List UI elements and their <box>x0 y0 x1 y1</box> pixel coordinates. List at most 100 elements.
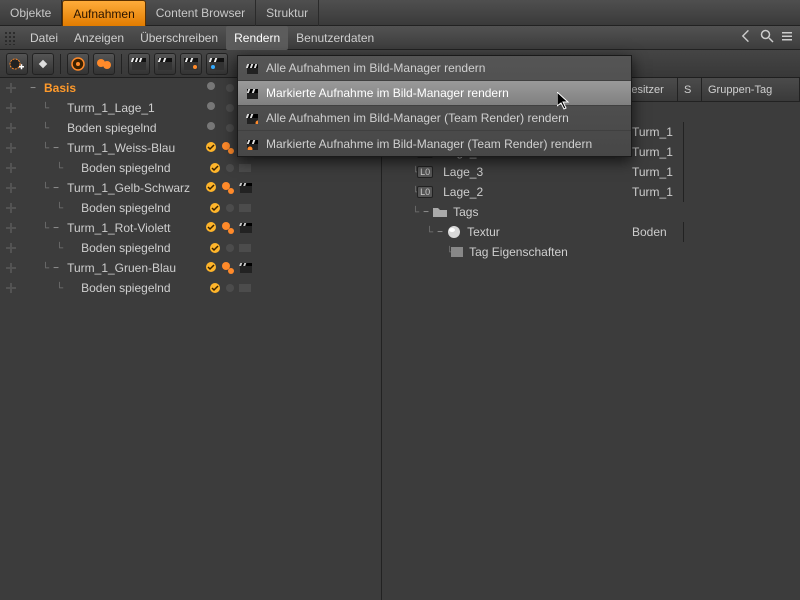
dd-label: Markierte Aufnahme im Bild-Manager (Team… <box>266 137 592 151</box>
status-dot <box>207 122 215 130</box>
override-label: Tag Eigenschaften <box>469 245 624 259</box>
expand-toggle[interactable]: − <box>433 227 447 238</box>
menu-render-marked-team[interactable]: Markierte Aufnahme im Bild-Manager (Team… <box>238 131 631 156</box>
crosshair-icon <box>6 163 16 173</box>
crosshair-icon <box>6 203 16 213</box>
expand-toggle[interactable]: − <box>49 223 63 234</box>
dd-label: Alle Aufnahmen im Bild-Manager rendern <box>266 61 485 75</box>
crosshair-icon <box>6 103 16 113</box>
menu-anzeigen[interactable]: Anzeigen <box>66 26 132 50</box>
crosshair-icon <box>6 243 16 253</box>
chevron-left-icon[interactable] <box>740 29 754 43</box>
check-icon <box>209 242 221 254</box>
tool-target[interactable] <box>67 53 89 75</box>
take-row[interactable]: └Boden spiegelnd <box>0 278 381 298</box>
take-row[interactable]: └−Turm_1_Rot-Violett <box>0 218 381 238</box>
expand-toggle[interactable]: − <box>26 83 40 94</box>
gear-icon <box>221 141 235 155</box>
crosshair-icon <box>6 123 16 133</box>
clapper-icon <box>246 87 258 99</box>
menu-bar: Datei Anzeigen Überschreiben Rendern Ben… <box>0 26 800 50</box>
menu-render-marked[interactable]: Markierte Aufnahme im Bild-Manager rende… <box>238 81 631 106</box>
clapper-icon <box>246 62 258 74</box>
expand-toggle[interactable]: − <box>49 263 63 274</box>
col-s[interactable]: S <box>678 78 702 101</box>
crosshair-icon <box>6 83 16 93</box>
tool-record-add[interactable] <box>6 53 28 75</box>
search-icon[interactable] <box>760 29 774 43</box>
texture-icon <box>447 225 461 239</box>
menu-render-all[interactable]: Alle Aufnahmen im Bild-Manager rendern <box>238 56 631 81</box>
owner-cell: Turm_1 <box>624 162 684 182</box>
crosshair-icon <box>6 263 16 273</box>
crosshair-icon <box>6 283 16 293</box>
tool-diamond[interactable] <box>32 53 54 75</box>
status-dot <box>207 82 215 90</box>
dd-label: Markierte Aufnahme im Bild-Manager rende… <box>266 86 509 100</box>
clapper-icon <box>239 221 253 235</box>
override-label: Lage_2 <box>443 185 624 199</box>
menu-rendern[interactable]: Rendern <box>226 26 288 50</box>
clapper-icon <box>239 261 253 275</box>
tool-blobs[interactable] <box>93 53 115 75</box>
override-row[interactable]: └L0Lage_3Turm_1 <box>382 162 800 182</box>
crosshair-icon <box>6 223 16 233</box>
crosshair-icon <box>6 183 16 193</box>
check-icon <box>209 202 221 214</box>
dim-icons <box>225 282 253 294</box>
clapper-icon <box>246 138 258 150</box>
col-gruppen-tag[interactable]: Gruppen-Tag <box>702 78 800 101</box>
tool-clapper-4[interactable] <box>206 53 228 75</box>
folder-icon <box>433 206 447 218</box>
dd-label: Alle Aufnahmen im Bild-Manager (Team Ren… <box>266 111 569 125</box>
expand-toggle[interactable]: − <box>419 207 433 218</box>
dim-icons <box>225 202 253 214</box>
check-icon <box>209 282 221 294</box>
gear-icon <box>221 261 235 275</box>
tool-clapper-1[interactable] <box>128 53 150 75</box>
override-label: Lage_3 <box>443 165 624 179</box>
tab-objekte[interactable]: Objekte <box>0 0 62 26</box>
expand-toggle[interactable]: − <box>49 183 63 194</box>
menu-ueberschreiben[interactable]: Überschreiben <box>132 26 226 50</box>
check-icon <box>205 141 217 153</box>
expand-toggle[interactable]: − <box>49 143 63 154</box>
tab-content-browser[interactable]: Content Browser <box>146 0 256 26</box>
menu-icon[interactable] <box>780 29 794 43</box>
take-row[interactable]: └Boden spiegelnd <box>0 198 381 218</box>
check-icon <box>205 181 217 193</box>
override-row[interactable]: └Tag Eigenschaften <box>382 242 800 262</box>
dim-icons <box>225 162 253 174</box>
override-row[interactable]: └L0Lage_2Turm_1 <box>382 182 800 202</box>
gear-icon <box>221 221 235 235</box>
tool-clapper-2[interactable] <box>154 53 176 75</box>
dim-icons <box>225 242 253 254</box>
gear-icon <box>221 181 235 195</box>
layer-badge: L0 <box>417 166 433 178</box>
override-label: Tags <box>453 205 624 219</box>
tool-clapper-3[interactable] <box>180 53 202 75</box>
override-label: Textur <box>467 225 624 239</box>
property-icon <box>451 247 463 257</box>
check-icon <box>205 261 217 273</box>
owner-cell: Turm_1 <box>624 122 684 142</box>
take-row[interactable]: └Boden spiegelnd <box>0 238 381 258</box>
menu-datei[interactable]: Datei <box>22 26 66 50</box>
tab-struktur[interactable]: Struktur <box>256 0 319 26</box>
take-row[interactable]: └−Turm_1_Gelb-Schwarz <box>0 178 381 198</box>
take-row[interactable]: └−Turm_1_Gruen-Blau <box>0 258 381 278</box>
top-tabs: Objekte Aufnahmen Content Browser Strukt… <box>0 0 800 26</box>
take-row[interactable]: └Boden spiegelnd <box>0 158 381 178</box>
owner-cell: Turm_1 <box>624 142 684 162</box>
owner-cell: Boden <box>624 222 684 242</box>
render-menu-dropdown: Alle Aufnahmen im Bild-Manager rendern M… <box>237 55 632 157</box>
override-row[interactable]: └−TexturBoden <box>382 222 800 242</box>
tab-aufnahmen[interactable]: Aufnahmen <box>62 0 145 26</box>
crosshair-icon <box>6 143 16 153</box>
status-dot <box>207 102 215 110</box>
clapper-icon <box>239 181 253 195</box>
menu-render-all-team[interactable]: Alle Aufnahmen im Bild-Manager (Team Ren… <box>238 106 631 131</box>
override-row[interactable]: └−Tags <box>382 202 800 222</box>
clapper-icon <box>246 112 258 124</box>
menu-benutzerdaten[interactable]: Benutzerdaten <box>288 26 382 50</box>
